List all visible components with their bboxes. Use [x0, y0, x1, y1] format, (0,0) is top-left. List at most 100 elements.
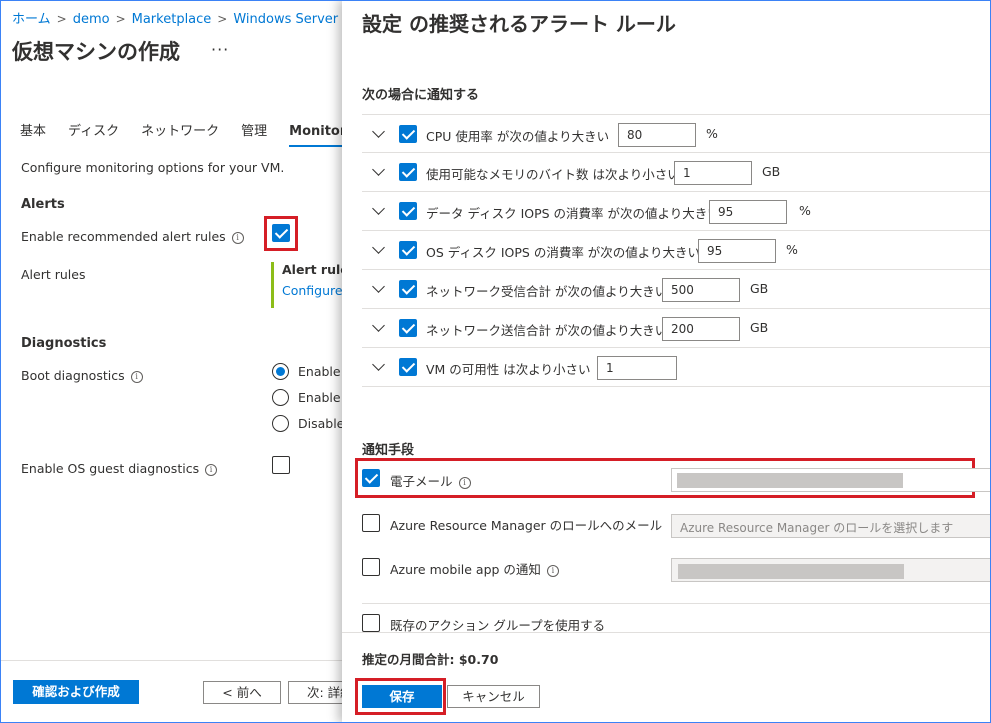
- boot-diag-radio-custom[interactable]: [272, 389, 289, 406]
- monitoring-description: Configure monitoring options for your VM…: [21, 160, 285, 175]
- tab-bar: 基本ディスクネットワーク管理 Monitoring: [20, 120, 342, 147]
- chevron-down-icon[interactable]: [372, 163, 385, 176]
- alert-rule-label: CPU 使用率 が次の値より大きい: [426, 129, 610, 144]
- chevron-down-icon[interactable]: [372, 280, 385, 293]
- email-label: 電子メール i: [390, 471, 471, 490]
- enable-alerts-checkbox[interactable]: [272, 224, 290, 242]
- mobile-app-input[interactable]: [671, 558, 991, 582]
- action-group-checkbox[interactable]: [362, 614, 380, 632]
- info-icon[interactable]: i: [205, 463, 218, 476]
- alert-rule-checkbox[interactable]: [399, 319, 417, 337]
- enable-alerts-label-text: Enable recommended alert rules: [21, 229, 226, 244]
- diagnostics-heading: Diagnostics: [21, 336, 107, 351]
- tab-disks[interactable]: ディスク: [68, 120, 119, 145]
- estimated-monthly-cost: 推定の月間合計: $0.70: [362, 652, 499, 667]
- os-guest-diagnostics-label-text: Enable OS guest diagnostics: [21, 461, 200, 476]
- alert-rule-threshold-input[interactable]: 95: [698, 239, 776, 263]
- info-icon[interactable]: i: [458, 476, 471, 489]
- chevron-down-icon[interactable]: [372, 202, 385, 215]
- os-guest-diagnostics-checkbox[interactable]: [272, 456, 290, 474]
- tab-networking[interactable]: ネットワーク: [141, 120, 219, 145]
- boot-diag-radio-managed[interactable]: [272, 363, 289, 380]
- alert-rule-threshold-input[interactable]: 95: [709, 200, 787, 224]
- breadcrumb-demo[interactable]: demo: [73, 12, 110, 27]
- info-icon[interactable]: i: [130, 370, 143, 383]
- os-guest-diagnostics-label: Enable OS guest diagnostics i: [21, 461, 218, 476]
- chevron-down-icon[interactable]: [372, 241, 385, 254]
- alert-rule-checkbox[interactable]: [399, 358, 417, 376]
- alert-rule-unit: GB: [750, 281, 769, 296]
- alert-rule-checkbox[interactable]: [399, 163, 417, 181]
- arm-role-label: Azure Resource Manager のロールへのメール: [390, 518, 663, 533]
- mobile-app-checkbox[interactable]: [362, 558, 380, 576]
- alert-rule-threshold-input[interactable]: 80: [618, 123, 696, 147]
- info-icon[interactable]: i: [231, 231, 244, 244]
- alert-rule-checkbox[interactable]: [399, 280, 417, 298]
- breadcrumb-marketplace[interactable]: Marketplace: [132, 12, 212, 27]
- configure-alerts-link[interactable]: Configure: [282, 283, 342, 298]
- boot-diag-option-disable[interactable]: Disable: [298, 416, 342, 431]
- arm-role-checkbox[interactable]: [362, 514, 380, 532]
- email-checkbox[interactable]: [362, 469, 380, 487]
- arm-role-select[interactable]: Azure Resource Manager のロールを選択します: [671, 514, 991, 538]
- info-icon[interactable]: i: [546, 564, 559, 577]
- tab-management[interactable]: 管理: [241, 120, 267, 145]
- review-create-button[interactable]: 確認および作成: [13, 680, 139, 704]
- redacted-value: [677, 473, 903, 488]
- alert-rule-unit: GB: [750, 320, 769, 335]
- alert-rule-threshold-input[interactable]: 200: [662, 317, 740, 341]
- more-options-icon[interactable]: ···: [211, 40, 229, 59]
- chevron-right-icon: >: [115, 12, 126, 26]
- alert-rule-label: 使用可能なメモリのバイト数 は次より小さい: [426, 167, 680, 182]
- chevron-down-icon[interactable]: [372, 319, 385, 332]
- chevron-right-icon: >: [56, 12, 67, 26]
- previous-button[interactable]: < 前へ: [203, 681, 281, 704]
- alert-rule-threshold-input[interactable]: 1: [597, 356, 677, 380]
- create-vm-blade: ホーム > demo > Marketplace > Windows Server 仮想マシ…: [0, 0, 342, 723]
- alert-rules-title: Alert rules: [282, 262, 342, 277]
- enable-alerts-label: Enable recommended alert rules i: [21, 229, 244, 244]
- alert-rule-unit: %: [799, 203, 811, 218]
- alert-rules-label: Alert rules: [21, 267, 86, 282]
- cancel-button[interactable]: キャンセル: [447, 685, 540, 708]
- alert-rule-row: ネットワーク受信合計 が次の値より大きい 500 GB: [362, 270, 991, 309]
- breadcrumb: ホーム > demo > Marketplace > Windows Server: [12, 8, 338, 27]
- alert-rule-checkbox[interactable]: [399, 241, 417, 259]
- alert-rule-checkbox[interactable]: [399, 202, 417, 220]
- arm-role-placeholder: Azure Resource Manager のロールを選択します: [680, 521, 954, 535]
- alert-rule-label: OS ディスク IOPS の消費率 が次の値より大きい: [426, 245, 701, 260]
- alert-rule-label: ネットワーク送信合計 が次の値より大きい: [426, 323, 668, 338]
- email-input[interactable]: [671, 468, 991, 492]
- boot-diag-option-managed[interactable]: Enable with managed storage account (rec…: [298, 364, 342, 379]
- alert-rules-flyout: 設定 の推奨されるアラート ルール 次の場合に通知する CPU 使用率 が次の値…: [342, 0, 991, 723]
- breadcrumb-home[interactable]: ホーム: [12, 12, 51, 27]
- next-button[interactable]: 次: 詳細 >: [288, 681, 342, 704]
- alert-rule-threshold-input[interactable]: 500: [662, 278, 740, 302]
- chevron-down-icon[interactable]: [372, 358, 385, 371]
- alert-rule-label: ネットワーク受信合計 が次の値より大きい: [426, 284, 668, 299]
- tab-monitoring[interactable]: Monitoring: [289, 124, 342, 147]
- alert-rule-threshold-input[interactable]: 1: [674, 161, 752, 185]
- alert-rule-checkbox[interactable]: [399, 125, 417, 143]
- alert-rule-row: CPU 使用率 が次の値より大きい 80 %: [362, 114, 991, 153]
- breadcrumb-windows-server[interactable]: Windows Server: [233, 12, 338, 27]
- alert-rule-unit: %: [786, 242, 798, 257]
- mobile-app-label: Azure mobile app の通知 i: [390, 559, 559, 578]
- chevron-down-icon[interactable]: [372, 125, 385, 138]
- alert-rule-unit: %: [706, 126, 718, 141]
- alert-rules-summary: Alert rules Configure: [271, 262, 342, 308]
- redacted-value: [678, 564, 904, 579]
- boot-diagnostics-label: Boot diagnostics i: [21, 368, 143, 383]
- alert-rule-row: VM の可用性 は次より小さい 1: [362, 348, 991, 387]
- alert-rule-row: 使用可能なメモリのバイト数 は次より小さい 1 GB: [362, 153, 991, 192]
- alerts-heading: Alerts: [21, 197, 65, 212]
- notify-when-heading: 次の場合に通知する: [362, 88, 480, 103]
- save-button[interactable]: 保存: [362, 685, 442, 708]
- boot-diag-option-custom[interactable]: Enable with custom storage account: [298, 390, 342, 405]
- boot-diag-radio-disable[interactable]: [272, 415, 289, 432]
- tab-basics[interactable]: 基本: [20, 120, 46, 145]
- alert-rule-row: データ ディスク IOPS の消費率 が次の値より大きい 95 %: [362, 192, 991, 231]
- alert-rule-label: VM の可用性 は次より小さい: [426, 362, 591, 377]
- boot-diagnostics-label-text: Boot diagnostics: [21, 368, 125, 383]
- alert-rule-unit: GB: [762, 164, 781, 179]
